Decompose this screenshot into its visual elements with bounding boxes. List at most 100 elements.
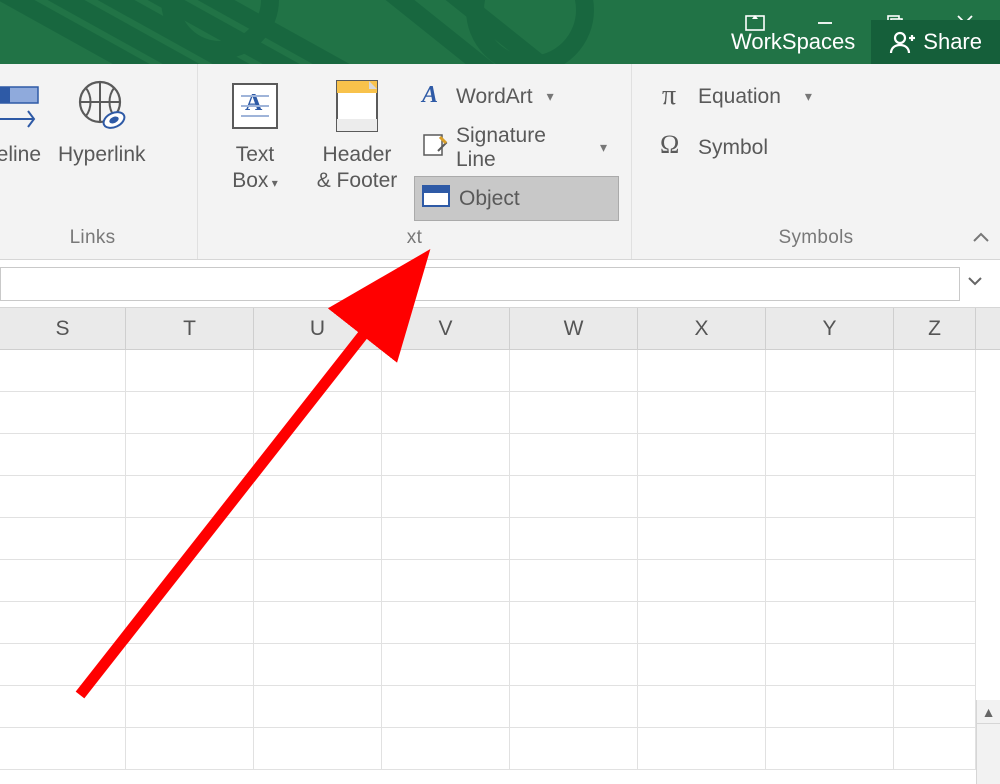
cell[interactable] bbox=[0, 686, 126, 728]
cell[interactable] bbox=[510, 602, 638, 644]
cell[interactable] bbox=[510, 728, 638, 770]
cell[interactable] bbox=[254, 602, 382, 644]
column-header-V[interactable]: V bbox=[382, 308, 510, 349]
cell[interactable] bbox=[126, 392, 254, 434]
cell[interactable] bbox=[638, 602, 766, 644]
cell[interactable] bbox=[894, 602, 976, 644]
column-header-S[interactable]: S bbox=[0, 308, 126, 349]
cell[interactable] bbox=[382, 392, 510, 434]
cell[interactable] bbox=[894, 644, 976, 686]
cell[interactable] bbox=[254, 644, 382, 686]
cell[interactable] bbox=[638, 560, 766, 602]
cell[interactable] bbox=[510, 686, 638, 728]
cell[interactable] bbox=[766, 350, 894, 392]
column-header-Z[interactable]: Z bbox=[894, 308, 976, 349]
cell[interactable] bbox=[126, 728, 254, 770]
cell[interactable] bbox=[126, 560, 254, 602]
cell[interactable] bbox=[382, 602, 510, 644]
wordart-button[interactable]: A WordArt ▾ bbox=[414, 74, 619, 119]
cell[interactable] bbox=[382, 560, 510, 602]
cell[interactable] bbox=[766, 686, 894, 728]
cell[interactable] bbox=[0, 602, 126, 644]
cell[interactable] bbox=[254, 476, 382, 518]
cell[interactable] bbox=[894, 350, 976, 392]
cell[interactable] bbox=[894, 686, 976, 728]
column-header-U[interactable]: U bbox=[254, 308, 382, 349]
cell[interactable] bbox=[126, 644, 254, 686]
cell[interactable] bbox=[254, 728, 382, 770]
cell[interactable] bbox=[894, 728, 976, 770]
column-header-W[interactable]: W bbox=[510, 308, 638, 349]
cell[interactable] bbox=[0, 392, 126, 434]
cell[interactable] bbox=[382, 728, 510, 770]
cell[interactable] bbox=[126, 476, 254, 518]
cell[interactable] bbox=[894, 560, 976, 602]
cell[interactable] bbox=[510, 644, 638, 686]
cell[interactable] bbox=[766, 602, 894, 644]
vertical-scrollbar[interactable]: ▲ bbox=[976, 700, 1000, 784]
cell[interactable] bbox=[638, 644, 766, 686]
cell[interactable] bbox=[766, 560, 894, 602]
cell[interactable] bbox=[766, 434, 894, 476]
cell[interactable] bbox=[638, 728, 766, 770]
cell[interactable] bbox=[126, 602, 254, 644]
cell[interactable] bbox=[254, 350, 382, 392]
text-box-button[interactable]: A TextBox ▾ bbox=[210, 70, 300, 195]
cell[interactable] bbox=[254, 686, 382, 728]
collapse-ribbon-button[interactable] bbox=[972, 229, 990, 253]
cell[interactable] bbox=[254, 392, 382, 434]
cell[interactable] bbox=[0, 560, 126, 602]
cell[interactable] bbox=[254, 434, 382, 476]
cell[interactable] bbox=[766, 644, 894, 686]
cell[interactable] bbox=[510, 560, 638, 602]
cell[interactable] bbox=[0, 476, 126, 518]
cell[interactable] bbox=[382, 644, 510, 686]
cell[interactable] bbox=[0, 728, 126, 770]
formula-bar-input[interactable] bbox=[0, 267, 960, 301]
cell[interactable] bbox=[510, 518, 638, 560]
cell[interactable] bbox=[894, 518, 976, 560]
equation-button[interactable]: π Equation ▾ bbox=[654, 74, 824, 119]
cell[interactable] bbox=[766, 518, 894, 560]
column-header-T[interactable]: T bbox=[126, 308, 254, 349]
symbol-button[interactable]: Ω Symbol bbox=[654, 125, 824, 170]
cell[interactable] bbox=[638, 476, 766, 518]
column-header-X[interactable]: X bbox=[638, 308, 766, 349]
cell[interactable] bbox=[254, 518, 382, 560]
header-footer-button[interactable]: Header& Footer bbox=[312, 70, 402, 195]
cell[interactable] bbox=[766, 392, 894, 434]
cell[interactable] bbox=[638, 434, 766, 476]
cell[interactable] bbox=[126, 434, 254, 476]
hyperlink-button[interactable]: Hyperlink bbox=[56, 70, 148, 168]
workspaces-button[interactable]: WorkSpaces bbox=[715, 29, 871, 55]
cell[interactable] bbox=[510, 392, 638, 434]
cell[interactable] bbox=[382, 476, 510, 518]
cell[interactable] bbox=[0, 350, 126, 392]
cell[interactable] bbox=[638, 518, 766, 560]
cell[interactable] bbox=[638, 392, 766, 434]
cell[interactable] bbox=[126, 518, 254, 560]
cell[interactable] bbox=[510, 434, 638, 476]
cell[interactable] bbox=[638, 350, 766, 392]
cell[interactable] bbox=[382, 686, 510, 728]
column-header-Y[interactable]: Y bbox=[766, 308, 894, 349]
cell[interactable] bbox=[766, 476, 894, 518]
cell[interactable] bbox=[0, 434, 126, 476]
share-button[interactable]: Share bbox=[871, 20, 1000, 64]
expand-formula-bar-button[interactable] bbox=[960, 273, 990, 294]
cell[interactable] bbox=[894, 392, 976, 434]
cell[interactable] bbox=[382, 434, 510, 476]
cell[interactable] bbox=[254, 560, 382, 602]
object-button[interactable]: Object bbox=[414, 176, 619, 221]
cell[interactable] bbox=[766, 728, 894, 770]
signature-line-button[interactable]: Signature Line ▾ bbox=[414, 125, 619, 170]
timeline-button[interactable]: neline bbox=[0, 70, 44, 168]
cell[interactable] bbox=[0, 644, 126, 686]
cell[interactable] bbox=[382, 350, 510, 392]
cell[interactable] bbox=[0, 518, 126, 560]
cell[interactable] bbox=[510, 476, 638, 518]
cell[interactable] bbox=[126, 350, 254, 392]
cell[interactable] bbox=[894, 434, 976, 476]
scroll-up-button[interactable]: ▲ bbox=[977, 700, 1000, 724]
cell[interactable] bbox=[510, 350, 638, 392]
